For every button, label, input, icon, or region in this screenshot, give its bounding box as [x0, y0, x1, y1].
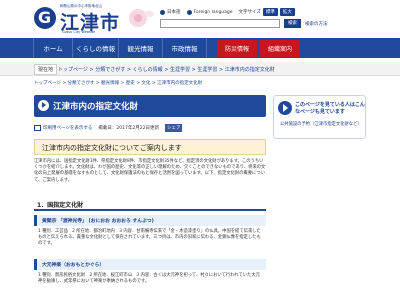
print-label: 印刷用ページを表示する — [43, 126, 93, 131]
item-heading: 大元神楽（おおもとかぐら） — [34, 259, 266, 270]
site-header: G 和歌山県の中心市街地北山 江津市 Gotsu City Website 日本… — [0, 0, 400, 38]
item-body: 1 種別．工芸品 2 所在地．都治町地内 3 内容．甘南備寺伝来で「金・木造漆塗… — [38, 229, 261, 247]
nav-tourism[interactable]: 観光情報 — [119, 38, 163, 58]
info-box: 江津市内の指定文化財についてご案内します — [34, 139, 266, 155]
logo-english-name: Gotsu City Website — [62, 30, 96, 34]
intro-paragraph: 江津市内には、国指定文化財3件、県指定文化財8件、市指定文化財35件など、指定済… — [34, 159, 266, 183]
section-heading-text: 1．国指定文化財 — [37, 202, 84, 209]
utility-bar: 日本語 Foreign language 文字サイズ 標準 拡大 — [160, 8, 394, 16]
location-bar: 現在地 トップページ > 分類でさがす > くらしの情報 > 生涯学習 > 生涯… — [0, 62, 400, 76]
search-input[interactable] — [160, 19, 280, 28]
location-path[interactable]: トップページ > 分類でさがす > くらしの情報 > 生涯学習 > 生涯学習 >… — [58, 66, 275, 73]
item-body: 1 種別．無形民俗文化財 2 所在地．桜江町市山 3 内容．古くは大元神を祀って… — [38, 273, 260, 285]
search-help-link[interactable]: 検索の方法 — [305, 21, 328, 27]
text-size-default-button[interactable]: 標準 — [262, 8, 278, 16]
foreign-language-link[interactable]: Foreign language — [186, 9, 233, 15]
share-button[interactable]: シェア — [164, 124, 183, 132]
updated-date: 掲載日：2017年2月22日更新 — [98, 126, 159, 131]
print-icon — [34, 125, 41, 131]
item-heading: 黄檗宗 「渡神光寺」 (おにおお おおおろ すんぶつ) — [34, 215, 266, 226]
info-box-text: 江津市内の指定文化財についてご案内します — [42, 144, 182, 152]
item-heading-text: 大元神楽（おおもとかぐら） — [42, 263, 105, 268]
related-page-link[interactable]: 公共施設の予約（江津市指定文化財など） — [280, 122, 365, 128]
foreign-language-label: Foreign language — [193, 9, 233, 15]
text-size-large-button[interactable]: 拡大 — [279, 8, 295, 16]
breadcrumb[interactable]: トップページ > 分類でさがす > 観光情報 > 歴史 > 文化 > 江津市内の… — [34, 80, 202, 86]
page-meta: 印刷用ページを表示する 掲載日：2017年2月22日更新 シェア — [34, 123, 266, 133]
location-label: 現在地 — [34, 64, 58, 75]
related-pages-box: このページを見ている人はこんなページも見ています 公共施設の予約（江津市指定文化… — [273, 95, 366, 139]
global-nav: ホーム くらしの情報 観光情報 市政情報 防災情報 組織案内 — [0, 38, 400, 58]
nav-disaster-button[interactable]: 防災情報 — [217, 39, 257, 57]
page-title: 江津市内の指定文化財 — [53, 102, 139, 112]
search-bar: 検索 検索の方法 — [160, 19, 328, 28]
globe-icon — [186, 9, 192, 15]
section-heading: 1．国指定文化財 — [34, 198, 266, 211]
arrow-right-icon — [38, 100, 49, 111]
nav-organization-button[interactable]: 組織案内 — [260, 39, 300, 57]
language-link[interactable]: 日本語 — [160, 9, 181, 15]
home-icon — [160, 9, 165, 15]
nav-living[interactable]: くらしの情報 — [73, 38, 119, 58]
nav-home[interactable]: ホーム — [33, 38, 73, 58]
language-label: 日本語 — [167, 10, 181, 15]
related-pages-title: このページを見ている人はこんなページも見ています — [295, 102, 365, 115]
arrow-right-icon — [278, 101, 292, 115]
item-heading-text: 黄檗宗 「渡神光寺」 (おにおお おおおろ すんぶつ) — [42, 219, 154, 224]
nav-city-admin[interactable]: 市政情報 — [163, 38, 207, 58]
page-title-bar: 江津市内の指定文化財 — [34, 95, 266, 117]
print-link[interactable]: 印刷用ページを表示する — [34, 125, 92, 131]
text-size-label: 文字サイズ — [238, 10, 261, 15]
flower-decoration-icon — [129, 9, 154, 27]
text-size-control: 文字サイズ 標準 拡大 — [239, 8, 295, 16]
city-logo-icon[interactable]: G — [34, 7, 56, 29]
search-button[interactable]: 検索 — [284, 19, 301, 28]
